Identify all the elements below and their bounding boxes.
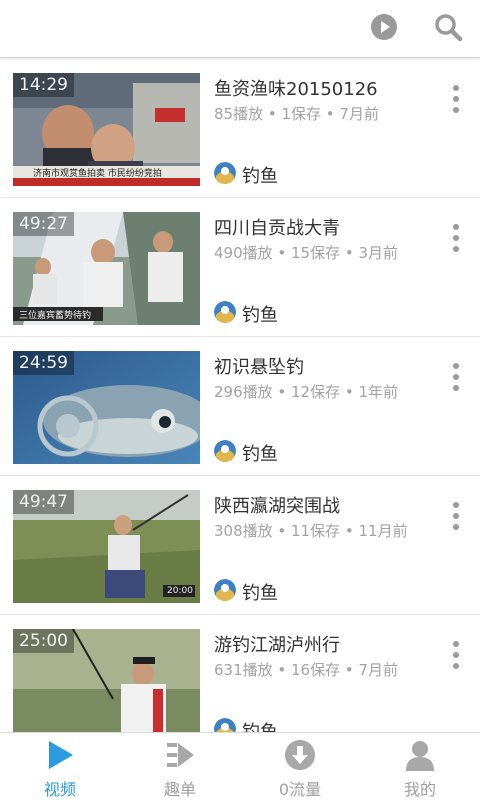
search-icon[interactable] xyxy=(433,12,463,42)
video-thumbnail[interactable]: 49:27 三位嘉宾蓄势待钓 xyxy=(13,212,200,325)
video-title[interactable]: 初识悬坠钓 xyxy=(214,353,424,379)
video-meta: 296播放 • 12保存 • 1年前 xyxy=(214,383,399,401)
video-meta: 631播放 • 16保存 • 7月前 xyxy=(214,661,399,679)
video-item[interactable]: 14:29 济南市观赏鱼拍卖 市民纷纷竞拍 鱼资渔味20150126 85播放 … xyxy=(0,59,480,198)
more-options-icon[interactable] xyxy=(446,85,466,117)
video-title[interactable]: 陕西瀛湖突围战 xyxy=(214,492,424,518)
duration-badge: 49:47 xyxy=(13,490,74,514)
top-bar xyxy=(0,0,480,58)
video-item[interactable]: 49:27 三位嘉宾蓄势待钓 四川自贡战大青 490播放 • 15保存 • 3月… xyxy=(0,198,480,337)
video-list[interactable]: 14:29 济南市观赏鱼拍卖 市民纷纷竞拍 鱼资渔味20150126 85播放 … xyxy=(0,59,480,732)
more-options-icon[interactable] xyxy=(446,502,466,534)
thumbnail-caption: 济南市观赏鱼拍卖 市民纷纷竞拍 xyxy=(33,169,162,179)
video-meta: 308播放 • 11保存 • 11月前 xyxy=(214,522,408,540)
play-circle-icon[interactable] xyxy=(370,13,398,41)
channel-name: 钓鱼 xyxy=(242,166,278,187)
video-thumbnail[interactable]: 25:00 xyxy=(13,629,200,732)
tab-label: 0流量 xyxy=(278,780,322,799)
tab-zero-data[interactable]: 0流量 xyxy=(240,733,360,801)
more-options-icon[interactable] xyxy=(446,224,466,256)
more-options-icon[interactable] xyxy=(446,363,466,395)
channel-avatar xyxy=(214,440,236,462)
duration-badge: 25:00 xyxy=(13,629,74,653)
channel-avatar xyxy=(214,301,236,323)
playlist-icon xyxy=(164,739,196,771)
bottom-tab-bar: 视频 趣单 0流量 我的 xyxy=(0,732,480,800)
video-title[interactable]: 游钓江湖泸州行 xyxy=(214,631,424,657)
channel-name: 钓鱼 xyxy=(242,444,278,465)
video-meta: 85播放 • 1保存 • 7月前 xyxy=(214,105,379,123)
tab-video[interactable]: 视频 xyxy=(0,733,120,801)
video-title[interactable]: 四川自贡战大青 xyxy=(214,214,424,240)
tab-label: 趣单 xyxy=(163,780,196,799)
thumbnail-caption: 20:00 xyxy=(167,586,193,596)
video-meta: 490播放 • 15保存 • 3月前 xyxy=(214,244,399,262)
channel-name: 钓鱼 xyxy=(242,718,278,732)
video-title[interactable]: 鱼资渔味20150126 xyxy=(214,75,424,101)
duration-badge: 24:59 xyxy=(13,351,74,375)
tab-label: 我的 xyxy=(403,780,436,799)
thumbnail-caption: 三位嘉宾蓄势待钓 xyxy=(19,311,92,321)
video-thumbnail[interactable]: 24:59 xyxy=(13,351,200,464)
channel-name: 钓鱼 xyxy=(242,305,278,326)
channel-avatar xyxy=(214,718,236,732)
tab-profile[interactable]: 我的 xyxy=(360,733,480,801)
play-triangle-icon xyxy=(44,739,76,771)
channel-name: 钓鱼 xyxy=(242,583,278,604)
video-item[interactable]: 24:59 初识悬坠钓 296播放 • 12保存 • 1年前 钓鱼 xyxy=(0,337,480,476)
video-thumbnail[interactable]: 14:29 济南市观赏鱼拍卖 市民纷纷竞拍 xyxy=(13,73,200,186)
video-thumbnail[interactable]: 49:47 20:00 xyxy=(13,490,200,603)
video-item[interactable]: 25:00 游钓江湖泸州行 631播放 • 16保存 • 7月前 钓鱼 xyxy=(0,615,480,732)
video-item[interactable]: 49:47 20:00 陕西瀛湖突围战 308播放 • 11保存 • 11月前 … xyxy=(0,476,480,615)
download-circle-icon xyxy=(284,739,316,771)
more-options-icon[interactable] xyxy=(446,641,466,673)
tab-label: 视频 xyxy=(43,780,76,799)
duration-badge: 14:29 xyxy=(13,73,74,97)
person-icon xyxy=(404,739,436,771)
duration-badge: 49:27 xyxy=(13,212,74,236)
channel-avatar xyxy=(214,162,236,184)
tab-playlist[interactable]: 趣单 xyxy=(120,733,240,801)
channel-avatar xyxy=(214,579,236,601)
